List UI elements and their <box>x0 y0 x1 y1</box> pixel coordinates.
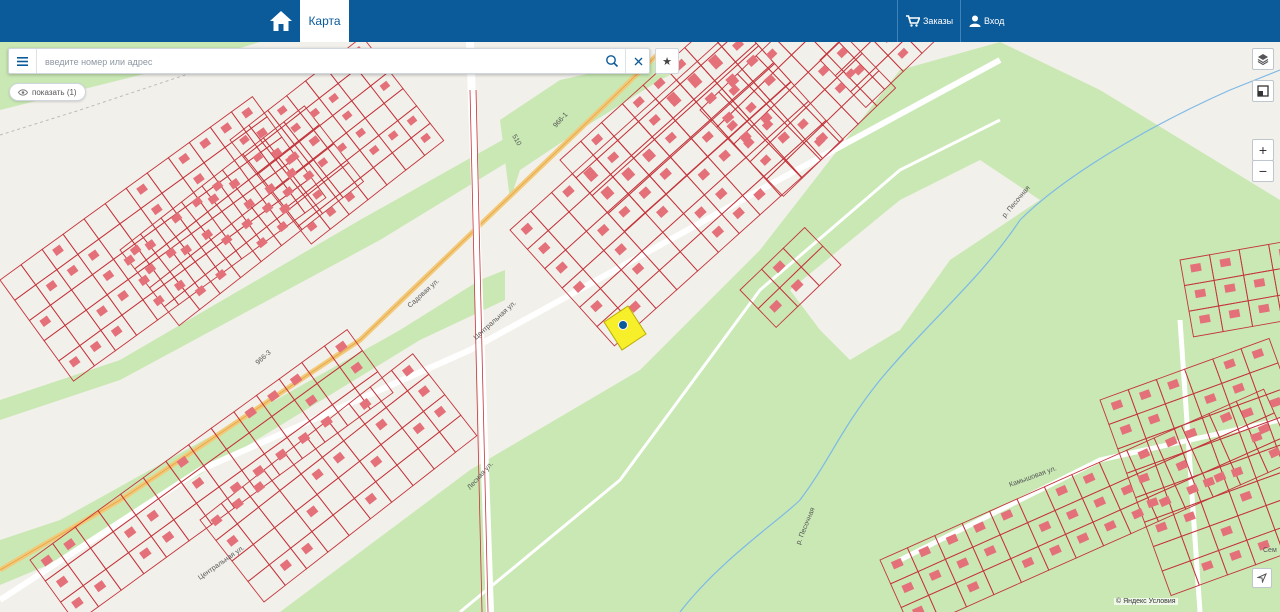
search-icon[interactable] <box>605 54 619 68</box>
user-icon <box>969 15 981 27</box>
orders-label: Заказы <box>923 16 954 26</box>
eye-icon <box>18 88 28 96</box>
plus-icon: + <box>1258 142 1268 158</box>
star-icon: ★ <box>662 55 672 68</box>
basemap-icon <box>1257 85 1269 97</box>
show-results-button[interactable]: показать (1) <box>9 83 86 101</box>
layers-button[interactable] <box>1252 48 1274 70</box>
login-button[interactable]: Вход <box>969 0 1004 42</box>
map-copyright: © Яндекс Условия <box>1114 598 1178 605</box>
divider <box>960 0 961 42</box>
home-icon[interactable] <box>268 8 294 34</box>
search-bar <box>8 48 650 74</box>
close-icon <box>634 57 642 65</box>
orders-button[interactable]: Заказы <box>906 0 953 42</box>
search-input[interactable] <box>43 51 587 73</box>
tab-map-label: Карта <box>308 14 341 28</box>
basemap-toggle-button[interactable] <box>1252 80 1274 102</box>
menu-button[interactable] <box>9 49 37 73</box>
location-marker-icon[interactable] <box>618 320 628 330</box>
hamburger-icon <box>17 56 28 66</box>
zoom-out-button[interactable]: − <box>1252 160 1274 182</box>
show-results-label: показать (1) <box>32 87 77 97</box>
zoom-in-button[interactable]: + <box>1252 139 1274 161</box>
divider <box>897 0 898 42</box>
layers-icon <box>1257 54 1269 65</box>
tab-map[interactable]: Карта <box>300 0 349 42</box>
cart-icon <box>906 15 920 27</box>
geolocate-button[interactable] <box>1252 568 1272 588</box>
top-navigation-bar: Карта Заказы Вход <box>0 0 1280 42</box>
minus-icon: − <box>1258 163 1268 179</box>
cadastral-map[interactable]: Центральная ул. Лесная ул. Центральная у… <box>0 42 1280 612</box>
street-label-semy: Сем <box>1263 547 1277 554</box>
navigation-arrow-icon <box>1257 573 1267 583</box>
login-label: Вход <box>984 16 1005 26</box>
map-canvas[interactable]: Центральная ул. Лесная ул. Центральная у… <box>0 42 1280 612</box>
favorites-button[interactable]: ★ <box>655 48 679 74</box>
clear-search-button[interactable] <box>625 49 650 73</box>
